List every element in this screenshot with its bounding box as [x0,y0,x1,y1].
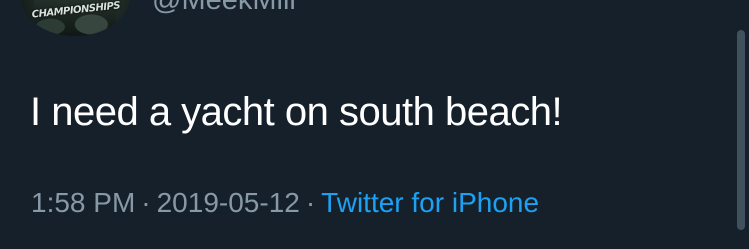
tweet-detail-view: CHAMPIONSHIPS @MeekMill I need a yacht o… [0,0,749,249]
separator-dot: · [305,187,316,218]
tweet-metadata: 1:58 PM · 2019-05-12 · Twitter for iPhone [31,186,539,220]
avatar[interactable]: CHAMPIONSHIPS [20,0,130,36]
tweet-date: 2019-05-12 [156,187,300,218]
tweet-time: 1:58 PM [31,187,136,218]
separator-dot: · [141,187,151,218]
user-handle[interactable]: @MeekMill [152,0,296,15]
scrollbar[interactable] [737,30,745,230]
tweet-text: I need a yacht on south beach! [30,90,563,134]
tweet-source-link[interactable]: Twitter for iPhone [321,187,539,218]
